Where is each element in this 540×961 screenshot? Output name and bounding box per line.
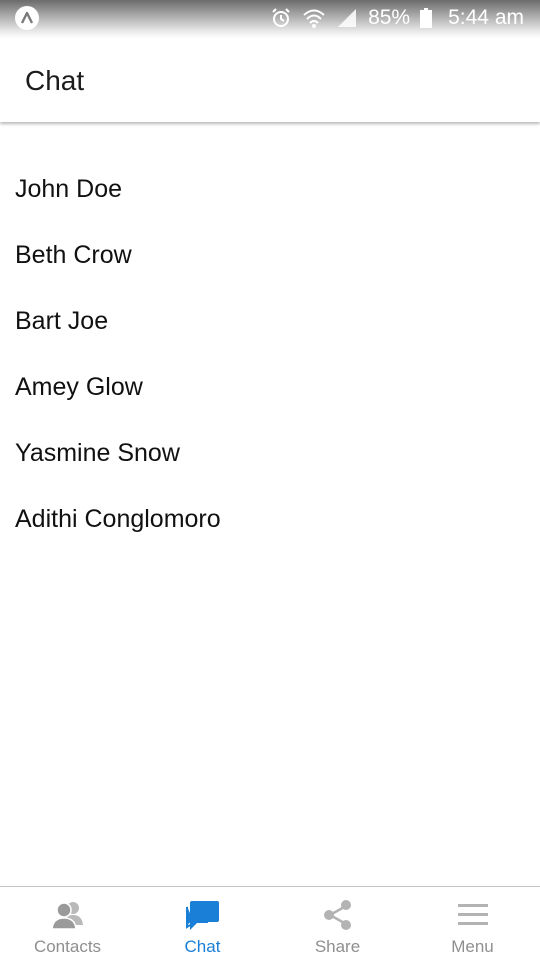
- chat-list-item[interactable]: Yasmine Snow: [0, 420, 540, 486]
- tab-chat[interactable]: Chat: [135, 887, 270, 961]
- tab-menu-label: Menu: [451, 937, 494, 956]
- contacts-icon: [50, 899, 85, 931]
- menu-icon: [456, 899, 490, 931]
- chat-list-item[interactable]: Beth Crow: [0, 222, 540, 288]
- bottom-navigation: Contacts Chat Share Menu: [0, 886, 540, 961]
- status-bar: 85% 5:44 am: [0, 0, 540, 38]
- battery-percent: 85%: [368, 6, 411, 29]
- battery-icon: [420, 8, 433, 28]
- signal-icon: [336, 7, 358, 29]
- chat-list-item[interactable]: Bart Joe: [0, 288, 540, 354]
- status-indicators: 85% 5:44 am: [270, 5, 524, 31]
- tab-chat-label: Chat: [184, 937, 221, 956]
- share-icon: [321, 899, 355, 931]
- tab-share[interactable]: Share: [270, 887, 405, 961]
- tab-contacts[interactable]: Contacts: [0, 887, 135, 961]
- app-notification-icon: [15, 6, 39, 30]
- status-time: 5:44 am: [448, 6, 524, 29]
- chat-list-item[interactable]: Amey Glow: [0, 354, 540, 420]
- alarm-icon: [270, 7, 292, 29]
- tab-share-label: Share: [314, 937, 361, 956]
- chat-list-item[interactable]: Adithi Conglomoro: [0, 486, 540, 552]
- wifi-icon: [302, 7, 326, 29]
- chat-list: John Doe Beth Crow Bart Joe Amey Glow Ya…: [0, 156, 540, 552]
- app-bar: Chat: [0, 38, 540, 122]
- chat-icon: [185, 899, 220, 931]
- tab-contacts-label: Contacts: [33, 937, 102, 956]
- page-title: Chat: [25, 65, 85, 96]
- chat-list-item[interactable]: John Doe: [0, 156, 540, 222]
- tab-menu[interactable]: Menu: [405, 887, 540, 961]
